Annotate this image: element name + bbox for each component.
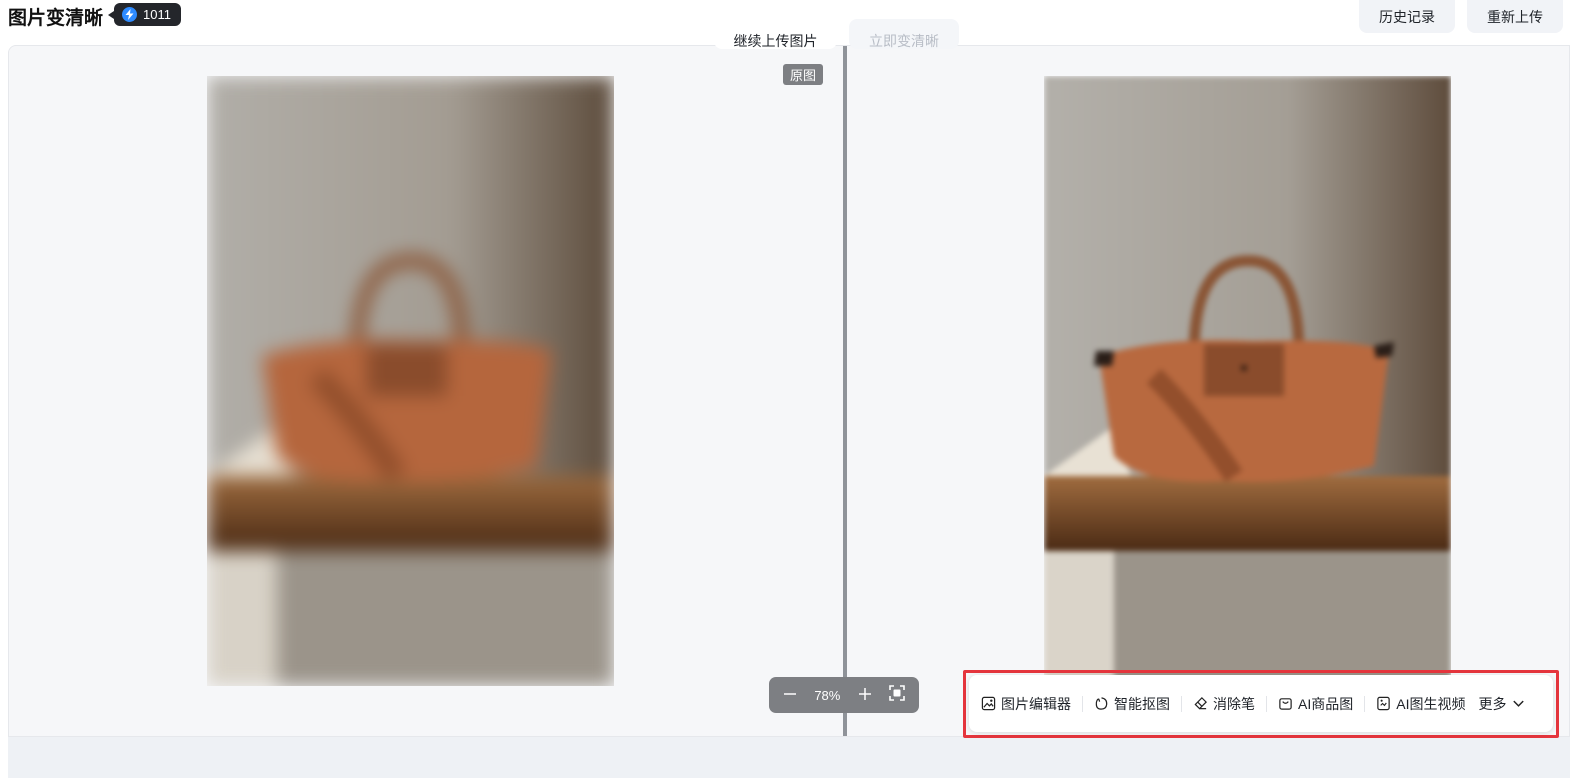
more-tools-label: 更多 [1478, 695, 1507, 712]
tool-ai-product[interactable]: AI商品图 [1278, 694, 1353, 714]
original-image [207, 76, 614, 686]
comparison-panel[interactable]: 原图 78% [8, 45, 1570, 737]
reupload-button[interactable]: 重新上传 [1467, 0, 1563, 33]
compare-slider-handle[interactable] [843, 46, 847, 736]
bottom-bar [8, 737, 1570, 778]
tool-ai-product-label: AI商品图 [1298, 695, 1354, 712]
chevron-down-icon [1513, 700, 1525, 707]
credits-count: 1011 [143, 7, 171, 22]
fit-screen-icon[interactable] [889, 685, 905, 705]
zoom-in-icon[interactable] [858, 685, 872, 705]
history-button[interactable]: 历史记录 [1359, 0, 1455, 33]
zoom-out-icon[interactable] [783, 685, 797, 705]
page-title: 图片变清晰 [8, 8, 104, 29]
toolbar-divider [1266, 695, 1267, 712]
credits-badge[interactable]: 1011 [108, 3, 181, 26]
tool-image-to-video-label: AI图生视频 [1396, 695, 1466, 712]
toolbar-divider [1364, 695, 1366, 712]
tool-smart-cutout-label: 智能抠图 [1114, 695, 1170, 712]
continue-upload-button[interactable]: 继续上传图片 [714, 19, 837, 49]
tool-smart-cutout[interactable]: 智能抠图 [1094, 694, 1170, 714]
zoom-controls: 78% [769, 677, 919, 713]
toolbar-divider [1181, 695, 1182, 712]
toolbar-divider [1082, 695, 1083, 712]
eraser-icon [1194, 697, 1207, 710]
tool-eraser[interactable]: 消除笔 [1193, 694, 1255, 714]
enhanced-image [1044, 76, 1451, 716]
tool-image-to-video[interactable]: AI图生视频 [1376, 694, 1465, 714]
enhance-now-button[interactable]: 立即变清晰 [849, 19, 959, 49]
tool-eraser-label: 消除笔 [1213, 695, 1255, 712]
lightning-icon [122, 7, 137, 22]
tool-image-editor[interactable]: 图片编辑器 [981, 694, 1071, 714]
zoom-level: 78% [814, 687, 841, 703]
original-label: 原图 [783, 64, 824, 85]
product-bag-icon [1279, 698, 1292, 710]
image-edit-icon [981, 696, 996, 711]
image-tools-toolbar: 图片编辑器 智能抠图 消除笔 AI商品图 AI图生视频 更多 [969, 675, 1553, 732]
more-tools-dropdown[interactable]: 更多 [1478, 694, 1526, 714]
tool-image-editor-label: 图片编辑器 [1001, 695, 1071, 712]
cutout-icon [1095, 697, 1108, 710]
image-to-video-icon [1377, 696, 1390, 711]
